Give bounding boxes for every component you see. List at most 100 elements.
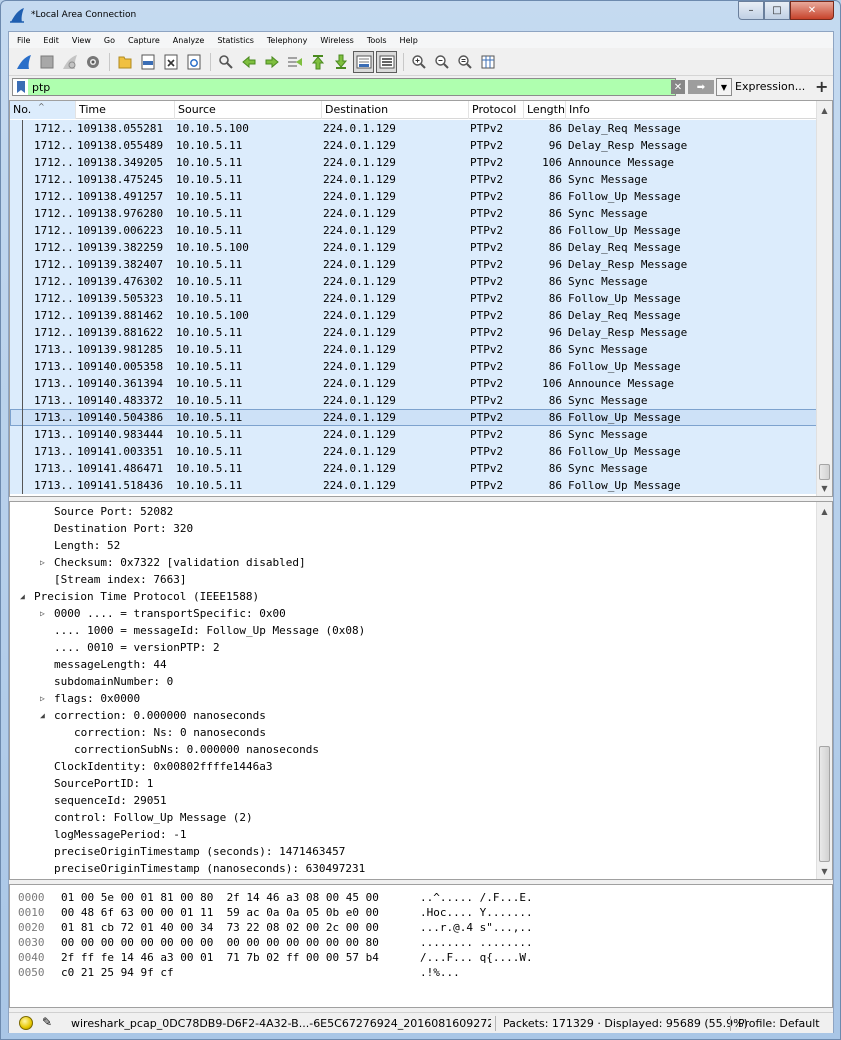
packet-row[interactable]: 1712...109139.382259 10.10.5.100 224.0.1.1…	[10, 239, 818, 256]
packet-row[interactable]: 1712...109138.349205 10.10.5.11 224.0.1.12…	[10, 154, 818, 171]
find-packet-button[interactable]	[215, 51, 236, 73]
go-first-packet-button[interactable]	[307, 51, 328, 73]
bytes-row[interactable]: 0000 01 00 5e 00 01 81 00 80 2f 14 46 a3 …	[10, 890, 816, 905]
detail-tree-item[interactable]: ClockIdentity: 0x00802ffffe1446a3	[10, 758, 816, 775]
packet-row[interactable]: 1713...109140.983444 10.10.5.11 224.0.1.12…	[10, 426, 818, 443]
packet-row[interactable]: 1712...109138.491257 10.10.5.11 224.0.1.12…	[10, 188, 818, 205]
detail-tree-item[interactable]: [Stream index: 7663]	[10, 571, 816, 588]
scroll-up-icon[interactable]: ▲	[817, 102, 832, 118]
maximize-button[interactable]: □	[764, 1, 790, 20]
menu-help[interactable]: Help	[400, 36, 418, 45]
column-header-info[interactable]: Info	[566, 101, 818, 119]
scroll-down-icon[interactable]: ▼	[817, 863, 832, 879]
packet-row[interactable]: 1713...109140.361394 10.10.5.11 224.0.1.12…	[10, 375, 818, 392]
add-filter-button[interactable]: +	[815, 77, 828, 96]
packet-row[interactable]: 1713...109141.003351 10.10.5.11 224.0.1.12…	[10, 443, 818, 460]
menu-file[interactable]: File	[17, 36, 30, 45]
zoom-in-button[interactable]	[408, 51, 429, 73]
packet-row[interactable]: 1712...109139.476302 10.10.5.11 224.0.1.12…	[10, 273, 818, 290]
menu-wireless[interactable]: Wireless	[320, 36, 353, 45]
menu-statistics[interactable]: Statistics	[217, 36, 254, 45]
auto-scroll-button[interactable]	[353, 50, 374, 73]
detail-tree-item[interactable]: ◢ correction: 0.000000 nanoseconds	[10, 707, 816, 724]
menu-view[interactable]: View	[72, 36, 91, 45]
detail-tree-item[interactable]: ▷ 0000 .... = transportSpecific: 0x00	[10, 605, 816, 622]
scrollbar-thumb[interactable]	[819, 746, 830, 862]
collapse-arrow-icon[interactable]: ◢	[20, 588, 25, 605]
detail-tree-item[interactable]: correction: Ns: 0 nanoseconds	[10, 724, 816, 741]
detail-tree-item[interactable]: ◢ Precision Time Protocol (IEEE1588)	[10, 588, 816, 605]
packet-row[interactable]: 1713...109140.005358 10.10.5.11 224.0.1.12…	[10, 358, 818, 375]
detail-tree-item[interactable]: preciseOriginTimestamp (seconds): 147146…	[10, 843, 816, 860]
filter-bookmark-button[interactable]	[12, 78, 28, 96]
packet-row[interactable]: 1713...109141.486471 10.10.5.11 224.0.1.12…	[10, 460, 818, 477]
detail-tree-item[interactable]: ▷ Checksum: 0x7322 [validation disabled]	[10, 554, 816, 571]
resize-columns-button[interactable]	[477, 51, 498, 73]
detail-tree-item[interactable]: SourcePortID: 1	[10, 775, 816, 792]
zoom-out-button[interactable]	[431, 51, 452, 73]
detail-tree-item[interactable]: .... 1000 = messageId: Follow_Up Message…	[10, 622, 816, 639]
expand-arrow-icon[interactable]: ▷	[40, 554, 45, 571]
expression-button[interactable]: Expression...	[735, 80, 805, 93]
collapse-arrow-icon[interactable]: ◢	[40, 707, 45, 724]
detail-tree-item[interactable]: Length: 52	[10, 537, 816, 554]
packet-row[interactable]: 1712...109139.881622 10.10.5.11 224.0.1.12…	[10, 324, 818, 341]
colorize-button[interactable]	[376, 50, 397, 73]
expand-arrow-icon[interactable]: ▷	[40, 690, 45, 707]
packet-row[interactable]: 1712...109139.881462 10.10.5.100 224.0.1.1…	[10, 307, 818, 324]
packet-row[interactable]: 1713...109140.483372 10.10.5.11 224.0.1.12…	[10, 392, 818, 409]
detail-tree-item[interactable]: messageLength: 44	[10, 656, 816, 673]
bytes-row[interactable]: 0020 01 81 cb 72 01 40 00 34 73 22 08 02 …	[10, 920, 816, 935]
packet-list-scrollbar[interactable]: ▲ ▼	[816, 101, 832, 496]
menu-go[interactable]: Go	[104, 36, 115, 45]
packet-row-selected[interactable]: 1713...109140.504386 10.10.5.11 224.0.1.12…	[10, 409, 818, 426]
detail-tree-item[interactable]: Source Port: 52082	[10, 503, 816, 520]
column-header-no[interactable]: No. ^	[10, 101, 76, 119]
expert-info-led-icon[interactable]	[19, 1016, 33, 1030]
bytes-row[interactable]: 0030 00 00 00 00 00 00 00 00 00 00 00 00 …	[10, 935, 816, 950]
packet-list[interactable]: No. ^ Time Source Destination Protocol L…	[9, 100, 833, 497]
bytes-row[interactable]: 0050 c0 21 25 94 9f cf.!%...	[10, 965, 816, 980]
packet-row[interactable]: 1712...109139.382407 10.10.5.11 224.0.1.12…	[10, 256, 818, 273]
scroll-up-icon[interactable]: ▲	[817, 503, 832, 519]
zoom-reset-button[interactable]	[454, 51, 475, 73]
detail-tree-item[interactable]: .... 0010 = versionPTP: 2	[10, 639, 816, 656]
packet-row[interactable]: 1712...109138.475245 10.10.5.11 224.0.1.12…	[10, 171, 818, 188]
close-button[interactable]: ✕	[790, 1, 834, 20]
profile-status[interactable]: Profile: Default	[738, 1017, 820, 1030]
menu-tools[interactable]: Tools	[367, 36, 387, 45]
column-header-time[interactable]: Time	[76, 101, 175, 119]
details-scrollbar[interactable]: ▲ ▼	[816, 502, 832, 879]
packet-row[interactable]: 1712...109138.055281 10.10.5.100 224.0.1.1…	[10, 120, 818, 137]
start-capture-button[interactable]	[13, 51, 34, 73]
display-filter-input[interactable]	[28, 78, 676, 96]
menu-edit[interactable]: Edit	[43, 36, 59, 45]
detail-tree-item[interactable]: subdomainNumber: 0	[10, 673, 816, 690]
packet-row[interactable]: 1713...109139.981285 10.10.5.11 224.0.1.12…	[10, 341, 818, 358]
clear-filter-icon[interactable]: ✕	[671, 80, 685, 94]
reload-file-button[interactable]	[183, 51, 204, 73]
go-to-packet-button[interactable]	[284, 51, 305, 73]
detail-tree-item[interactable]: sequenceId: 29051	[10, 792, 816, 809]
detail-tree-item[interactable]: logMessagePeriod: -1	[10, 826, 816, 843]
go-last-packet-button[interactable]	[330, 51, 351, 73]
bytes-row[interactable]: 0040 2f ff fe 14 46 a3 00 01 71 7b 02 ff …	[10, 950, 816, 965]
restart-capture-button[interactable]	[59, 51, 80, 73]
column-header-length[interactable]: Length	[524, 101, 566, 119]
stop-capture-button[interactable]	[36, 51, 57, 73]
close-file-button[interactable]	[160, 51, 181, 73]
bytes-row[interactable]: 0010 00 48 6f 63 00 00 01 11 59 ac 0a 0a …	[10, 905, 816, 920]
detail-tree-item[interactable]: correctionSubNs: 0.000000 nanoseconds	[10, 741, 816, 758]
menu-telephony[interactable]: Telephony	[267, 36, 307, 45]
filter-history-dropdown[interactable]: ▼	[716, 78, 732, 96]
menu-capture[interactable]: Capture	[128, 36, 160, 45]
packet-bytes-pane[interactable]: 0000 01 00 5e 00 01 81 00 80 2f 14 46 a3 …	[9, 884, 833, 1008]
expand-arrow-icon[interactable]: ▷	[40, 605, 45, 622]
title-bar[interactable]: *Local Area Connection – □ ✕	[1, 1, 840, 31]
menu-analyze[interactable]: Analyze	[173, 36, 205, 45]
go-back-button[interactable]	[238, 51, 259, 73]
packet-details-pane[interactable]: Source Port: 52082 Destination Port: 320 L…	[9, 501, 833, 880]
column-header-destination[interactable]: Destination	[322, 101, 469, 119]
detail-tree-item[interactable]: Destination Port: 320	[10, 520, 816, 537]
detail-tree-item[interactable]: ▷ flags: 0x0000	[10, 690, 816, 707]
